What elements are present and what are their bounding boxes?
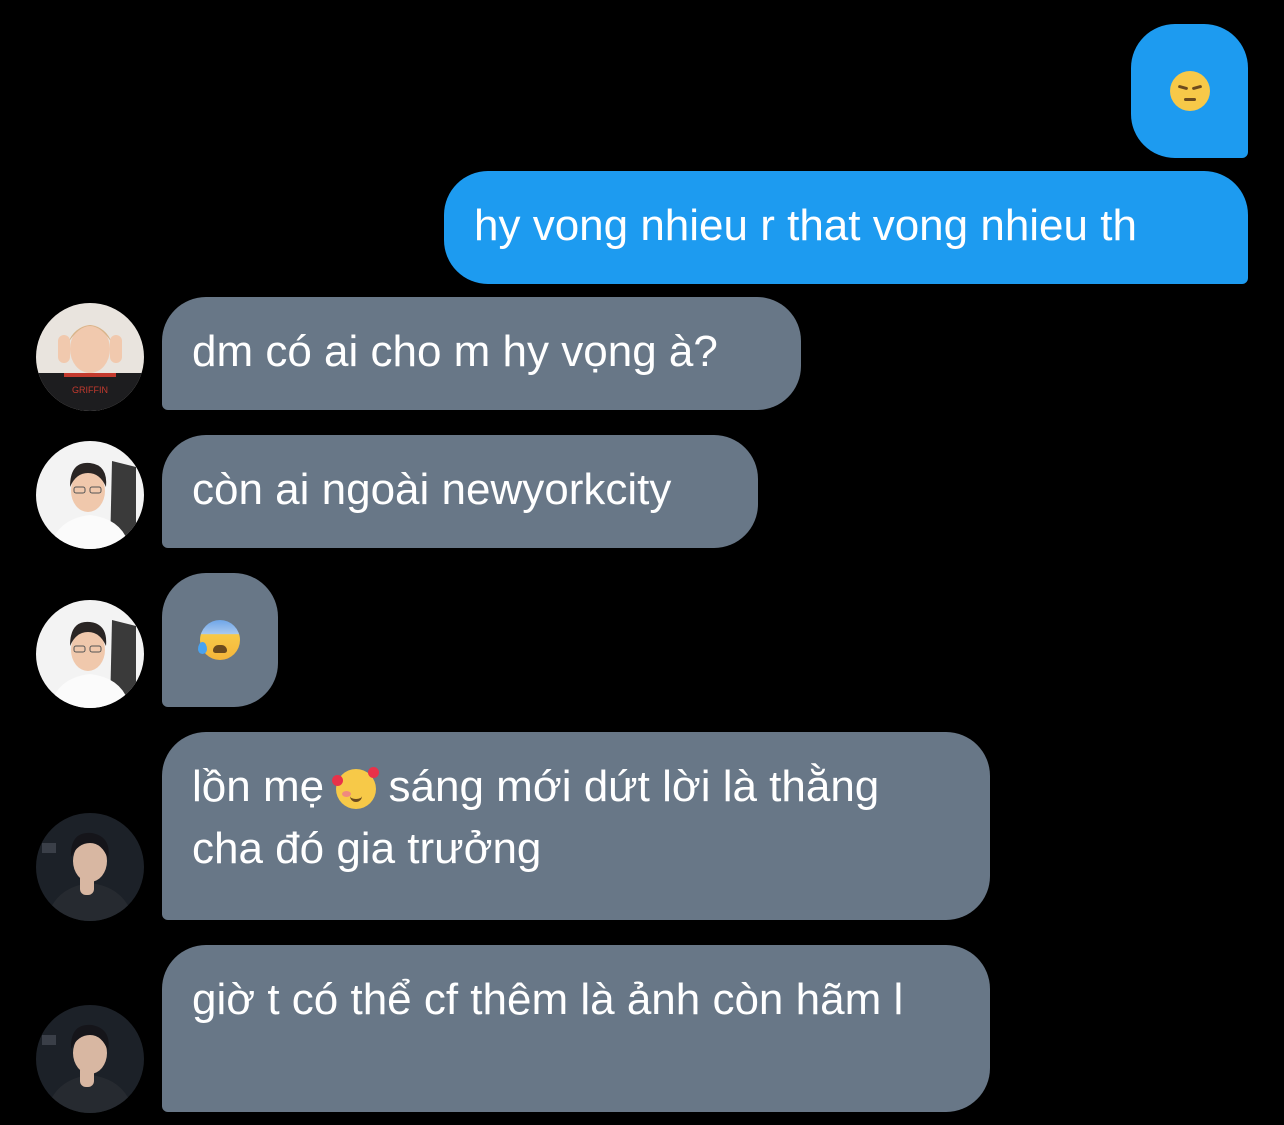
avatar[interactable]	[36, 600, 144, 708]
sent-message-bubble[interactable]: hy vong nhieu r that vong nhieu th	[444, 171, 1248, 284]
received-message-bubble[interactable]: còn ai ngoài newyorkcity	[162, 435, 758, 548]
avatar[interactable]	[36, 813, 144, 921]
message-text: dm có ai cho m hy vọng à?	[192, 327, 718, 376]
avatar[interactable]: GRIFFIN	[36, 303, 144, 411]
message-text: hy vong nhieu r that vong nhieu th	[474, 201, 1137, 250]
sent-message-bubble[interactable]	[1131, 24, 1248, 158]
received-message-bubble[interactable]: dm có ai cho m hy vọng à?	[162, 297, 801, 410]
smiling-face-with-hearts-emoji	[332, 767, 380, 810]
received-message-bubble[interactable]: giờ t có thể cf thêm là ảnh còn hãm l	[162, 945, 990, 1112]
anxious-face-with-sweat-emoji	[198, 620, 240, 660]
pensive-face-emoji	[1169, 71, 1210, 111]
received-message-bubble[interactable]	[162, 573, 278, 707]
message-text: còn ai ngoài newyorkcity	[192, 465, 672, 514]
message-text: lồn mẹ	[192, 762, 325, 811]
avatar[interactable]	[36, 1005, 144, 1113]
svg-text:GRIFFIN: GRIFFIN	[72, 385, 108, 395]
received-message-bubble[interactable]: lồn mẹ sáng mới dứt lời là thằng cha đó …	[162, 732, 990, 920]
avatar[interactable]	[36, 441, 144, 549]
message-text: giờ t có thể cf thêm là ảnh còn hãm l	[192, 975, 904, 1024]
